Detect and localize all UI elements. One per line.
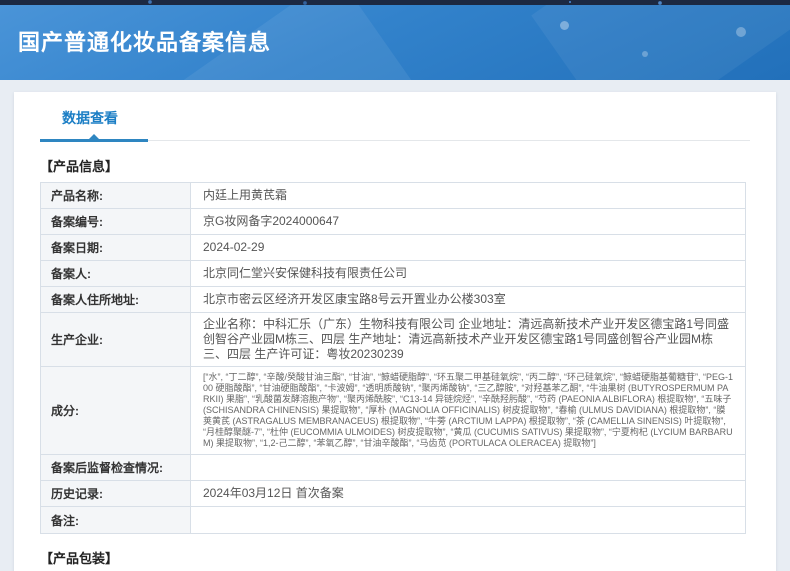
- tab-active-indicator: [40, 139, 148, 142]
- banner-decoration: [531, 5, 790, 80]
- row-label: 备案人住所地址:: [41, 287, 191, 312]
- row-value: [191, 507, 745, 533]
- row-value: 京G妆网备字2024000647: [191, 209, 745, 234]
- table-row: 备案后监督检查情况:: [41, 455, 745, 481]
- table-row: 历史记录: 2024年03月12日 首次备案: [41, 481, 745, 507]
- section-title-product-info: 【产品信息】: [40, 156, 750, 175]
- tab-bar: 数据查看: [40, 102, 750, 140]
- page-header: 国产普通化妆品备案信息: [0, 5, 790, 80]
- row-label: 产品名称:: [41, 183, 191, 208]
- row-label: 历史记录:: [41, 481, 191, 506]
- row-value: [191, 455, 745, 480]
- row-value: 北京同仁堂兴安保健科技有限责任公司: [191, 261, 745, 286]
- row-value: 内廷上用黄芪霜: [191, 183, 745, 208]
- row-value: [“水”, “丁二醇”, “辛酸/癸酸甘油三酯”, “甘油”, “鲸蜡硬脂醇”,…: [191, 367, 745, 454]
- row-value: 企业名称：中科汇乐（广东）生物科技有限公司 企业地址：清远高新技术产业开发区德宝…: [191, 313, 745, 366]
- banner-decoration-dot: [736, 27, 746, 37]
- section-title-packaging: 【产品包装】: [40, 548, 750, 567]
- row-label: 成分:: [41, 367, 191, 454]
- table-row: 生产企业: 企业名称：中科汇乐（广东）生物科技有限公司 企业地址：清远高新技术产…: [41, 313, 745, 367]
- table-row-ingredients: 成分: [“水”, “丁二醇”, “辛酸/癸酸甘油三酯”, “甘油”, “鲸蜡硬…: [41, 367, 745, 455]
- content-card: 数据查看 【产品信息】 产品名称: 内廷上用黄芪霜 备案编号: 京G妆网备字20…: [14, 92, 776, 571]
- row-value: 北京市密云区经济开发区康宝路8号云开置业办公楼303室: [191, 287, 745, 312]
- tab-indicator-arrow-icon: [89, 134, 99, 139]
- table-row: 备案人: 北京同仁堂兴安保健科技有限责任公司: [41, 261, 745, 287]
- page: 国产普通化妆品备案信息 数据查看 【产品信息】 产品名称: 内廷上用黄芪霜 备案…: [0, 0, 790, 571]
- row-label: 备案后监督检查情况:: [41, 455, 191, 480]
- row-label: 备案日期:: [41, 235, 191, 260]
- row-value: 2024-02-29: [191, 235, 745, 260]
- row-label: 备注:: [41, 507, 191, 533]
- table-row: 备案编号: 京G妆网备字2024000647: [41, 209, 745, 235]
- row-label: 备案编号:: [41, 209, 191, 234]
- row-label: 生产企业:: [41, 313, 191, 366]
- table-row: 备案日期: 2024-02-29: [41, 235, 745, 261]
- table-row: 产品名称: 内廷上用黄芪霜: [41, 183, 745, 209]
- tab-divider: [40, 140, 750, 141]
- table-row: 备案人住所地址: 北京市密云区经济开发区康宝路8号云开置业办公楼303室: [41, 287, 745, 313]
- row-label: 备案人:: [41, 261, 191, 286]
- banner-decoration-dot: [560, 21, 569, 30]
- product-info-table: 产品名称: 内廷上用黄芪霜 备案编号: 京G妆网备字2024000647 备案日…: [40, 182, 746, 534]
- row-value: 2024年03月12日 首次备案: [191, 481, 745, 506]
- table-row: 备注:: [41, 507, 745, 533]
- banner-decoration-dot: [642, 51, 648, 57]
